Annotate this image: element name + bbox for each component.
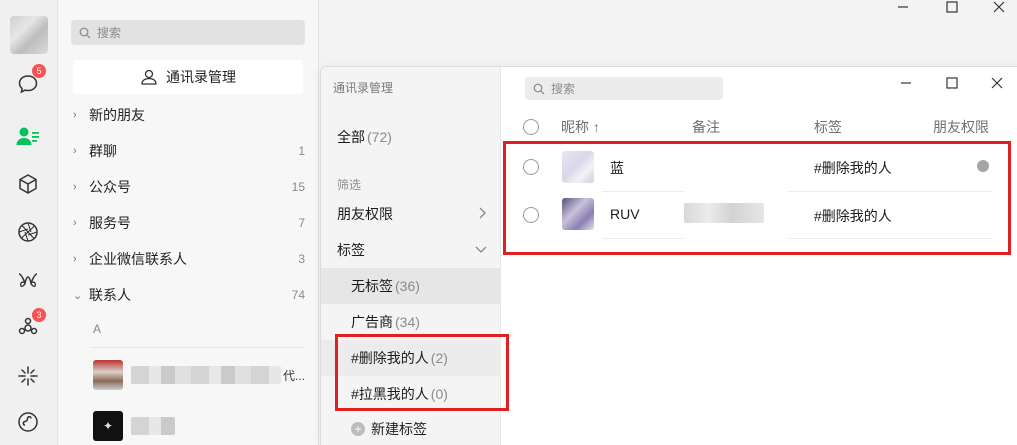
maximize-icon [946,1,958,13]
moments-badge: 3 [32,308,46,322]
highlight-box-rows [503,141,1011,255]
contact-management-label: 通讯录管理 [166,69,236,85]
minimize-icon [898,6,908,8]
dialog-maximize-button[interactable] [938,73,966,93]
plus-icon: + [351,422,365,436]
sidebar-item-all[interactable]: 全部 (72) [321,119,501,155]
contact-list-item[interactable]: ✦ [93,408,305,444]
column-header-nickname[interactable]: 昵称 ↑ [561,117,600,137]
dialog-search-input[interactable]: 搜索 [525,77,723,100]
column-header-tag[interactable]: 标签 [814,117,842,137]
contact-name-redacted [131,366,281,384]
group-group-chats[interactable]: › 群聊 1 [73,138,305,164]
main-maximize-button[interactable] [937,0,967,14]
group-service-accounts[interactable]: › 服务号 7 [73,210,305,236]
sidebar-item-label: 标签 [337,242,365,258]
group-label: 企业微信联系人 [89,251,187,267]
search-placeholder: 搜索 [97,26,122,40]
chevron-right-icon [479,207,487,222]
group-count: 74 [291,288,305,302]
select-all-checkbox[interactable] [523,119,539,135]
tag-count: (36) [395,278,420,294]
new-tag-button[interactable]: + 新建标签 [351,419,427,439]
group-wecom-contacts[interactable]: › 企业微信联系人 3 [73,246,305,272]
contacts-icon[interactable] [14,122,42,150]
minimize-icon [901,82,911,84]
sidebar-item-label: 全部 [337,129,365,145]
contact-manager-dialog: 通讯录管理 全部 (72) 筛选 朋友权限 标签 无标签 (36) 广告商 (3… [320,66,1017,445]
close-icon [991,77,1003,89]
tag-label: 广告商 [351,314,393,330]
contact-avatar [93,360,123,390]
moments-aperture-icon[interactable] [14,218,42,246]
group-label: 联系人 [89,287,131,303]
contact-management-button[interactable]: 通讯录管理 [73,60,303,94]
contact-name-redacted [131,417,175,435]
discover-icon[interactable]: 3 [14,308,46,342]
filter-section-label: 筛选 [337,178,362,192]
new-tag-label: 新建标签 [371,421,427,437]
chevron-down-icon: ⌄ [73,289,83,302]
chevron-right-icon: › [73,145,77,157]
sidebar-item-count: (72) [367,129,392,145]
dialog-close-button[interactable] [983,73,1011,93]
chevron-down-icon [475,243,487,257]
search-sparkle-icon[interactable] [14,362,42,390]
close-icon [993,1,1005,13]
group-count: 15 [291,180,305,194]
contacts-search-input[interactable]: 搜索 [71,20,305,45]
sidebar-item-tags[interactable]: 标签 [321,232,501,268]
main-minimize-button[interactable] [888,0,918,14]
chevron-right-icon: › [73,217,77,229]
dialog-title: 通讯录管理 [333,81,394,95]
sidebar-item-label: 朋友权限 [337,206,393,222]
group-label: 群聊 [89,143,117,159]
contacts-manage-icon [141,69,157,85]
contacts-panel: 搜索 通讯录管理 › 新的朋友 › 群聊 1 › 公众号 15 › 服务号 7 … [59,0,319,445]
mini-program-icon[interactable] [14,408,42,436]
main-close-button[interactable] [984,0,1014,14]
maximize-icon [946,77,958,89]
group-count: 7 [298,216,305,230]
favorites-cube-icon[interactable] [14,170,42,198]
divider [91,347,305,348]
group-label: 公众号 [89,179,131,195]
channels-icon[interactable] [14,266,42,294]
group-count: 3 [298,252,305,266]
search-placeholder: 搜索 [551,82,576,96]
search-icon [79,27,91,38]
tag-count: (34) [395,314,420,330]
group-official-accounts[interactable]: › 公众号 15 [73,174,305,200]
chat-icon[interactable]: 5 [14,64,46,98]
column-header-friend-permission[interactable]: 朋友权限 [933,117,989,137]
group-count: 1 [298,144,305,158]
contact-list-item[interactable]: 代... [93,357,305,393]
group-label: 新的朋友 [89,107,145,123]
chat-badge: 5 [32,64,46,78]
highlight-box-tags [335,334,509,411]
tag-item-untagged[interactable]: 无标签 (36) [321,268,501,304]
chevron-right-icon: › [73,253,77,265]
column-header-remark[interactable]: 备注 [692,117,720,137]
chevron-right-icon: › [73,181,77,193]
index-letter: A [93,322,102,336]
chevron-right-icon: › [73,109,77,121]
contact-name-tail: 代... [282,368,305,383]
nav-rail: 5 3 [0,0,58,445]
group-contacts[interactable]: ⌄ 联系人 74 [73,282,305,308]
group-label: 服务号 [89,215,131,231]
group-new-friends[interactable]: › 新的朋友 [73,102,305,128]
sidebar-item-friend-permission[interactable]: 朋友权限 [321,196,501,232]
contact-avatar: ✦ [93,411,123,441]
user-avatar[interactable] [10,16,48,54]
tag-label: 无标签 [351,278,393,294]
dialog-minimize-button[interactable] [892,73,920,93]
search-icon [533,83,545,94]
